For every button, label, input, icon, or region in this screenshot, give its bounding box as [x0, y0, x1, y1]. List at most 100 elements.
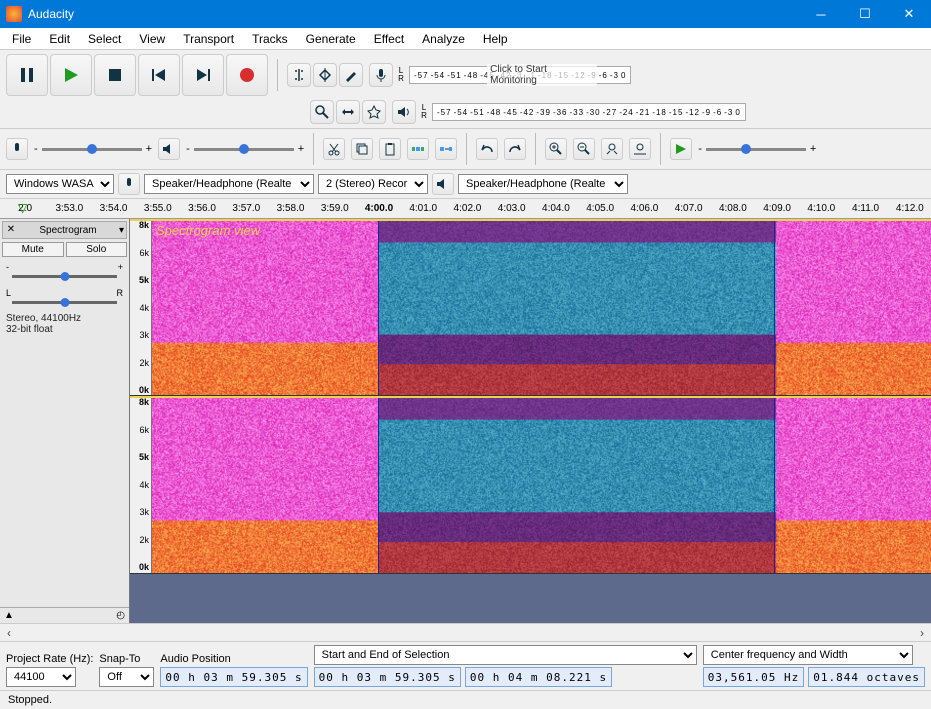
- menu-tracks[interactable]: Tracks: [244, 30, 296, 48]
- device-toolbar: Windows WASA Speaker/Headphone (Realte 2…: [0, 170, 931, 199]
- recording-device-select[interactable]: Speaker/Headphone (Realte: [144, 174, 314, 194]
- menu-file[interactable]: File: [4, 30, 39, 48]
- window-title: Audacity: [28, 7, 799, 21]
- copy-button[interactable]: [351, 138, 373, 160]
- y-axis-left: 8k6k5k4k3k2k0k: [130, 221, 152, 395]
- menu-view[interactable]: View: [131, 30, 173, 48]
- spectral-mode-select[interactable]: Center frequency and Width: [703, 645, 913, 665]
- maximize-button[interactable]: ☐: [843, 0, 887, 28]
- spectrogram-overlay-label: Spectrogram view: [156, 223, 260, 238]
- menu-edit[interactable]: Edit: [41, 30, 78, 48]
- mic-level-icon: [6, 138, 28, 160]
- audio-position-field[interactable]: 00 h 03 m 59.305 s: [160, 667, 307, 687]
- menu-help[interactable]: Help: [475, 30, 516, 48]
- track-control-panel: ✕ Spectrogram ▾ Mute Solo -+ LR Stereo, …: [0, 219, 130, 623]
- transport-toolbar: LR -57-54-51-48-45-42-3 Click to Start M…: [0, 50, 931, 101]
- speaker-level-icon: [158, 138, 180, 160]
- cut-button[interactable]: [323, 138, 345, 160]
- selection-start-field[interactable]: 00 h 03 m 59.305 s: [314, 667, 461, 687]
- track-collapse-button[interactable]: ▲: [4, 610, 14, 621]
- timeshift-tool-button[interactable]: [336, 100, 360, 124]
- menu-select[interactable]: Select: [80, 30, 129, 48]
- snap-to-select[interactable]: Off: [99, 667, 154, 687]
- skip-start-button[interactable]: [138, 54, 180, 96]
- track-sync-lock-icon[interactable]: ◴: [116, 610, 125, 621]
- selection-toolbar: Project Rate (Hz): 44100 Snap-To Off Aud…: [0, 641, 931, 690]
- mic-device-icon: [118, 173, 140, 195]
- statusbar: Stopped.: [0, 690, 931, 709]
- pan-slider[interactable]: LR: [2, 286, 127, 309]
- empty-track-area[interactable]: [130, 574, 931, 624]
- zoom-in-button[interactable]: [545, 138, 567, 160]
- draw-tool-button[interactable]: [339, 63, 363, 87]
- record-meter[interactable]: -57-54-51-48-45-42-3 Click to Start Moni…: [409, 66, 631, 84]
- track-close-button[interactable]: ✕: [5, 224, 17, 236]
- scroll-left-button[interactable]: ‹: [0, 626, 18, 640]
- multi-tool-button[interactable]: [362, 100, 386, 124]
- scroll-right-button[interactable]: ›: [913, 626, 931, 640]
- horizontal-scrollbar[interactable]: ‹ ›: [0, 623, 931, 641]
- channel-left: 8k6k5k4k3k2k0k Spectrogram view: [130, 219, 931, 396]
- playback-speed-slider[interactable]: -+: [698, 143, 816, 155]
- skip-end-button[interactable]: [182, 54, 224, 96]
- mute-button[interactable]: Mute: [2, 242, 64, 257]
- track-bitdepth-label: 32-bit float: [6, 324, 123, 335]
- silence-button[interactable]: [435, 138, 457, 160]
- selection-end-field[interactable]: 00 h 04 m 08.221 s: [465, 667, 612, 687]
- record-volume-slider[interactable]: -+: [34, 143, 152, 155]
- solo-button[interactable]: Solo: [66, 242, 128, 257]
- center-frequency-field[interactable]: 03,561.05 Hz: [703, 667, 804, 687]
- audio-host-select[interactable]: Windows WASA: [6, 174, 114, 194]
- titlebar: Audacity ─ ☐ ✕: [0, 0, 931, 28]
- edit-toolbar: -+ -+ -+: [0, 129, 931, 170]
- project-rate-label: Project Rate (Hz):: [6, 653, 93, 665]
- mic-icon: [369, 63, 393, 87]
- spectrogram-left[interactable]: Spectrogram view: [152, 221, 931, 395]
- recording-channels-select[interactable]: 2 (Stereo) Recor: [318, 174, 428, 194]
- menu-transport[interactable]: Transport: [175, 30, 242, 48]
- record-button[interactable]: [226, 54, 268, 96]
- stop-button[interactable]: [94, 54, 136, 96]
- playback-volume-slider[interactable]: -+: [186, 143, 304, 155]
- y-axis-right: 8k6k5k4k3k2k0k: [130, 398, 152, 572]
- menu-analyze[interactable]: Analyze: [414, 30, 473, 48]
- zoom-out-button[interactable]: [573, 138, 595, 160]
- track-view[interactable]: 8k6k5k4k3k2k0k Spectrogram view 8k6k5k4k…: [130, 219, 931, 623]
- speaker-device-icon: [432, 173, 454, 195]
- speaker-icon: [392, 100, 416, 124]
- pause-button[interactable]: [6, 54, 48, 96]
- snap-to-label: Snap-To: [99, 653, 154, 665]
- playback-device-select[interactable]: Speaker/Headphone (Realte: [458, 174, 628, 194]
- trim-button[interactable]: [407, 138, 429, 160]
- track-name-label[interactable]: Spectrogram: [39, 225, 96, 236]
- play-meter-lr: LR: [418, 104, 430, 120]
- playback-meter[interactable]: -57-54-51-48-45-42-39-36-33-30-27-24-21-…: [432, 103, 746, 121]
- track-format-label: Stereo, 44100Hz: [6, 313, 123, 324]
- track-menu-dropdown-icon[interactable]: ▾: [119, 225, 124, 236]
- record-meter-lr: LR: [395, 67, 407, 83]
- fit-project-button[interactable]: [629, 138, 651, 160]
- spectrogram-right[interactable]: [152, 398, 931, 572]
- envelope-tool-button[interactable]: [313, 63, 337, 87]
- gain-slider[interactable]: -+: [2, 260, 127, 283]
- minimize-button[interactable]: ─: [799, 0, 843, 28]
- menu-effect[interactable]: Effect: [366, 30, 412, 48]
- timeline-ruler[interactable]: ▽ 2.03:53.03:54.03:55.03:56.03:57.03:58.…: [0, 199, 931, 219]
- monitor-label: Click to Start Monitoring: [487, 64, 597, 86]
- fit-selection-button[interactable]: [601, 138, 623, 160]
- audio-position-label: Audio Position: [160, 653, 307, 665]
- selection-mode-select[interactable]: Start and End of Selection: [314, 645, 697, 665]
- close-button[interactable]: ✕: [887, 0, 931, 28]
- redo-button[interactable]: [504, 138, 526, 160]
- playhead-icon[interactable]: ▽: [18, 201, 27, 215]
- play-at-speed-button[interactable]: [670, 138, 692, 160]
- play-button[interactable]: [50, 54, 92, 96]
- bandwidth-field[interactable]: 01.844 octaves: [808, 667, 925, 687]
- zoom-tool-button[interactable]: [310, 100, 334, 124]
- menu-generate[interactable]: Generate: [298, 30, 364, 48]
- menubar: File Edit Select View Transport Tracks G…: [0, 28, 931, 50]
- paste-button[interactable]: [379, 138, 401, 160]
- selection-tool-button[interactable]: [287, 63, 311, 87]
- project-rate-select[interactable]: 44100: [6, 667, 76, 687]
- undo-button[interactable]: [476, 138, 498, 160]
